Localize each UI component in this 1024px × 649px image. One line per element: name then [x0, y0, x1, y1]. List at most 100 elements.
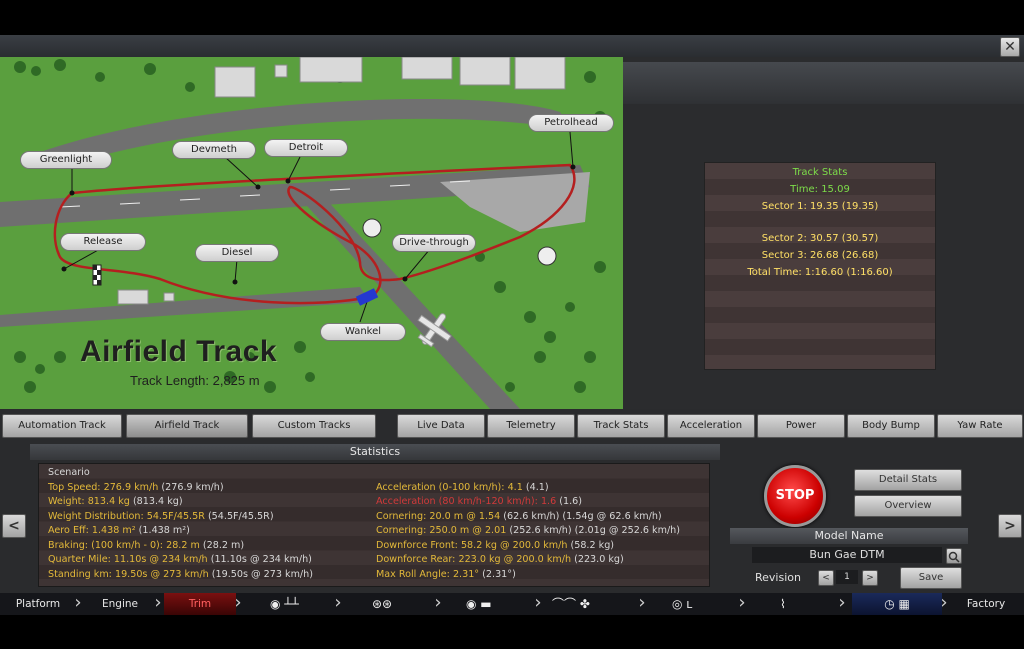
stat-downforce-rear: Downforce Rear: 223.0 kg @ 200.0 km/h (2…: [376, 554, 624, 565]
track-stats-header: [623, 62, 1024, 104]
track-stats-sector1: Sector 1: 19.35 (19.35): [761, 201, 879, 212]
stat-value: (19.50s @ 273 km/h): [211, 569, 313, 580]
stat-downforce-front: Downforce Front: 58.2 kg @ 200.0 km/h (5…: [376, 540, 614, 551]
tab-automation-track[interactable]: Automation Track: [2, 414, 122, 438]
suspension-icon[interactable]: ◉ ┴┴: [270, 597, 299, 611]
track-stats-heading: Track Stats: [792, 167, 848, 178]
nav-platform[interactable]: Platform: [2, 593, 74, 615]
track-stats-total: Total Time: 1:16.60 (1:16.60): [747, 267, 893, 278]
tab-track-stats[interactable]: Track Stats: [577, 414, 665, 438]
chevron-right-icon: ›: [940, 592, 948, 613]
nav-engine[interactable]: Engine: [84, 593, 156, 615]
stat-cornering-20: Cornering: 20.0 m @ 1.54 (62.6 km/h) (1.…: [376, 511, 662, 522]
stat-value: (2.31°): [482, 569, 516, 580]
stat-value: (54.5F/45.5R): [207, 511, 274, 522]
stat-weight: Weight: 813.4 kg (813.4 kg): [48, 496, 183, 507]
stop-button[interactable]: STOP: [764, 465, 826, 527]
tab-body-bump[interactable]: Body Bump: [847, 414, 935, 438]
steering-icon[interactable]: ◎ ʟ: [672, 597, 692, 611]
start-flag: [92, 264, 102, 286]
stat-value: (276.9 km/h): [161, 482, 224, 493]
stat-aero-eff: Aero Eff: 1.438 m² (1.438 m²): [48, 525, 190, 536]
chevron-right-icon: ›: [638, 592, 646, 613]
revision-next-button[interactable]: >: [862, 570, 878, 586]
stat-label: Cornering: 250.0 m @ 2.01: [376, 525, 507, 536]
label-wankel: Wankel: [320, 323, 406, 341]
taxiway-top: [40, 99, 575, 169]
stat-label: Max Roll Angle: 2.31°: [376, 569, 480, 580]
stat-braking: Braking: (100 km/h - 0): 28.2 m (28.2 m): [48, 540, 244, 551]
stat-label: Downforce Front: 58.2 kg @ 200.0 km/h: [376, 540, 568, 551]
stat-value: (4.1): [525, 482, 549, 493]
window-title-bar: [0, 35, 1024, 57]
detail-stats-button[interactable]: Detail Stats: [854, 469, 962, 491]
next-page-button[interactable]: >: [998, 514, 1022, 538]
overview-button[interactable]: Overview: [854, 495, 962, 517]
prev-page-button[interactable]: <: [2, 514, 26, 538]
nav-trim[interactable]: Trim: [164, 593, 236, 615]
model-name-heading: Model Name: [730, 528, 968, 544]
body-icon[interactable]: ⌒⌒ ✤: [552, 597, 590, 611]
stat-value: (1.438 m²): [138, 525, 190, 536]
stat-label: Top Speed: 276.9 km/h: [48, 482, 159, 493]
stat-label: Braking: (100 km/h - 0): 28.2 m: [48, 540, 200, 551]
stat-label: Downforce Rear: 223.0 kg @ 200.0 km/h: [376, 554, 572, 565]
stat-standing-km: Standing km: 19.50s @ 273 km/h (19.50s @…: [48, 569, 313, 580]
tab-power[interactable]: Power: [757, 414, 845, 438]
track-stats-box: Track Stats Time: 15.09 Sector 1: 19.35 …: [704, 162, 936, 370]
stat-label: Weight Distribution: 54.5F/45.5R: [48, 511, 205, 522]
chevron-right-icon: ›: [738, 592, 746, 613]
stat-acceleration-80-120: Acceleration (80 km/h-120 km/h): 1.6 (1.…: [376, 496, 582, 507]
stat-top-speed: Top Speed: 276.9 km/h (276.9 km/h): [48, 482, 224, 493]
wheels-icon[interactable]: ⊛⊛: [372, 597, 392, 611]
label-release: Release: [60, 233, 146, 251]
stat-weight-distribution: Weight Distribution: 54.5F/45.5R (54.5F/…: [48, 511, 274, 522]
stat-value: (58.2 kg): [570, 540, 615, 551]
close-button[interactable]: ✕: [1000, 37, 1020, 57]
label-greenlight: Greenlight: [20, 151, 112, 169]
stat-value: (62.6 km/h) (1.54g @ 62.6 km/h): [503, 511, 662, 522]
stat-value: (28.2 m): [202, 540, 245, 551]
scenario-label: Scenario: [48, 467, 90, 478]
lower-road: [0, 287, 370, 327]
stat-label: Acceleration (0-100 km/h): 4.1: [376, 482, 523, 493]
stat-label: Cornering: 20.0 m @ 1.54: [376, 511, 501, 522]
tab-telemetry[interactable]: Telemetry: [487, 414, 575, 438]
stat-quarter-mile: Quarter Mile: 11.10s @ 234 km/h (11.10s …: [48, 554, 312, 565]
save-button[interactable]: Save: [900, 567, 962, 589]
stat-label: Acceleration (80 km/h-120 km/h): 1.6: [376, 496, 557, 507]
stat-value: (11.10s @ 234 km/h): [210, 554, 312, 565]
tab-yaw-rate[interactable]: Yaw Rate: [937, 414, 1023, 438]
nav-factory[interactable]: Factory: [950, 593, 1022, 615]
track-stats-sector2: Sector 2: 30.57 (30.57): [761, 233, 879, 244]
tab-airfield-track[interactable]: Airfield Track: [126, 414, 248, 438]
tab-custom-tracks[interactable]: Custom Tracks: [252, 414, 376, 438]
stat-label: Quarter Mile: 11.10s @ 234 km/h: [48, 554, 208, 565]
chevron-right-icon: ›: [434, 592, 442, 613]
revision-value: 1: [836, 570, 858, 584]
stat-label: Aero Eff: 1.438 m²: [48, 525, 136, 536]
tab-acceleration[interactable]: Acceleration: [667, 414, 755, 438]
track-stats-time: Time: 15.09: [790, 184, 850, 195]
stat-label: Standing km: 19.50s @ 273 km/h: [48, 569, 209, 580]
stat-max-roll-angle: Max Roll Angle: 2.31° (2.31°): [376, 569, 516, 580]
chevron-right-icon: ›: [74, 592, 82, 613]
stat-value: (223.0 kg): [574, 554, 624, 565]
tab-live-data[interactable]: Live Data: [397, 414, 485, 438]
chevron-right-icon: ›: [334, 592, 342, 613]
fuel-icon[interactable]: ⌇: [780, 597, 786, 611]
revision-label: Revision: [755, 571, 801, 584]
revision-prev-button[interactable]: <: [818, 570, 834, 586]
test-track-icon[interactable]: ◷ ▦: [852, 593, 942, 615]
track-length: Track Length: 2,825 m: [130, 373, 260, 388]
stat-value: (813.4 kg): [132, 496, 183, 507]
label-devmeth: Devmeth: [172, 141, 256, 159]
search-icon[interactable]: [946, 548, 962, 564]
stat-value: (1.6): [559, 496, 583, 507]
statistics-heading: Statistics: [30, 444, 720, 460]
aero-icon[interactable]: ◉ ▬: [466, 597, 492, 611]
model-name-field[interactable]: Bun Gae DTM: [752, 547, 942, 563]
stat-cornering-250: Cornering: 250.0 m @ 2.01 (252.6 km/h) (…: [376, 525, 680, 536]
label-drive-through: Drive-through: [392, 234, 476, 252]
chevron-right-icon: ›: [154, 592, 162, 613]
